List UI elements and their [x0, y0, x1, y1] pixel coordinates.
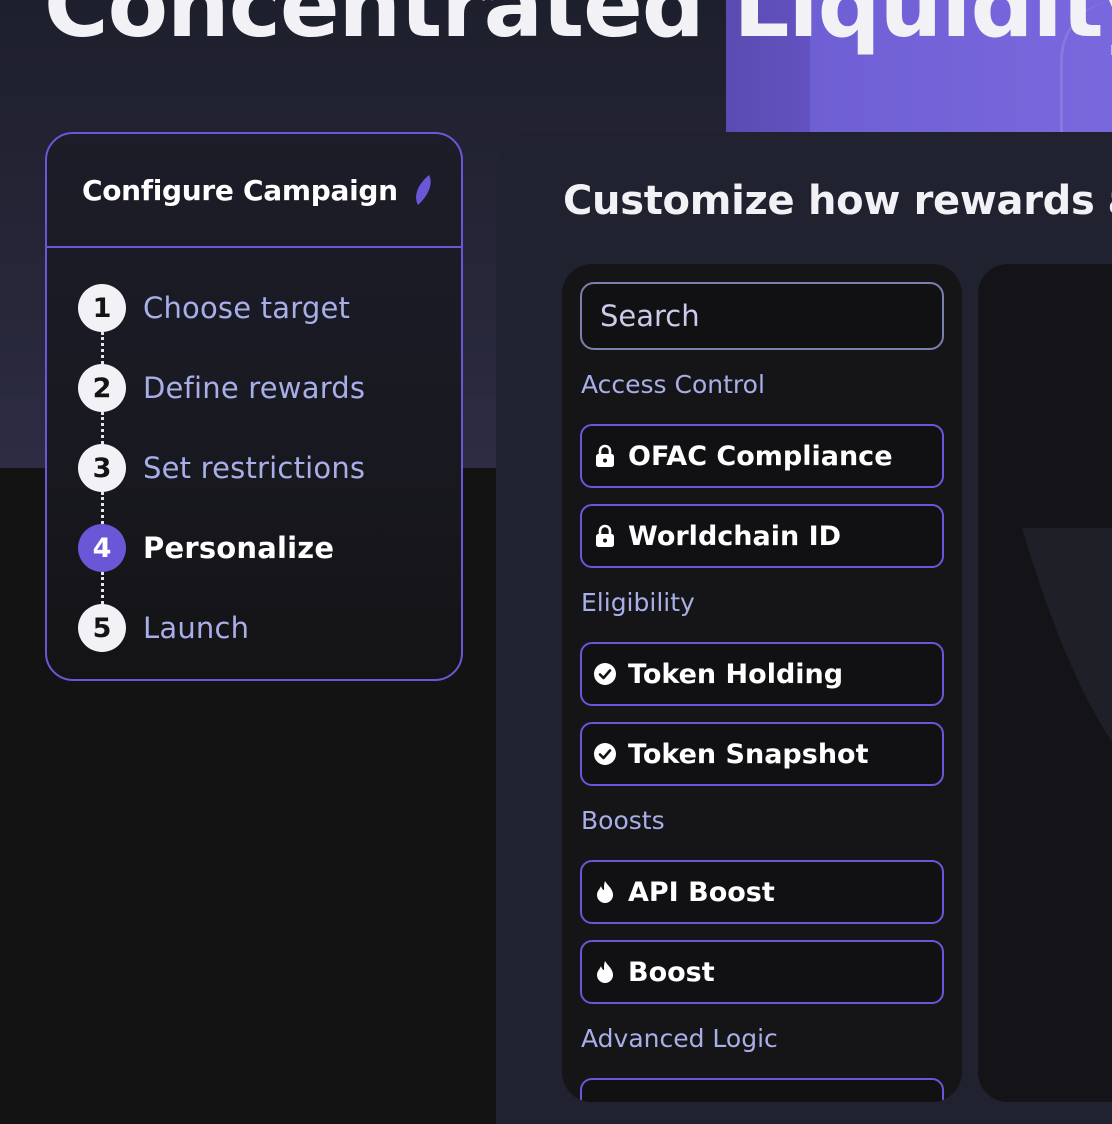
campaign-stepper: Configure Campaign 1 Choose target 2 Def… [45, 132, 463, 681]
stepper-title: Configure Campaign [82, 173, 398, 207]
step-number: 3 [78, 444, 126, 492]
step-number-active: 4 [78, 524, 126, 572]
step-launch[interactable]: 5 Launch [78, 604, 461, 679]
restriction-list: Access Control OFAC Compliance [562, 264, 962, 1102]
step-number: 1 [78, 284, 126, 332]
step-personalize[interactable]: 4 Personalize [78, 524, 461, 604]
step-choose-target[interactable]: 1 Choose target [78, 284, 461, 364]
stepper-header: Configure Campaign [47, 134, 461, 248]
section-label-boosts: Boosts [581, 806, 665, 835]
preview-graphic [1022, 528, 1112, 742]
step-number: 2 [78, 364, 126, 412]
step-number: 5 [78, 604, 126, 652]
restriction-item-label: API Boost [628, 876, 775, 908]
section-label-advanced-logic: Advanced Logic [581, 1024, 778, 1053]
step-set-restrictions[interactable]: 3 Set restrictions [78, 444, 461, 524]
panel-heading: Customize how rewards are [563, 178, 1112, 224]
step-connector [101, 412, 104, 444]
restriction-item-label: Token Holding [628, 658, 844, 690]
check-circle-icon [594, 662, 616, 686]
customize-panel: Customize how rewards are Access Control… [496, 132, 1112, 1124]
check-circle-icon [594, 742, 616, 766]
step-connector [101, 572, 104, 604]
search-input[interactable] [600, 299, 930, 333]
step-label: Launch [143, 611, 250, 645]
search-field[interactable] [580, 282, 944, 350]
restriction-item-ofac-compliance[interactable]: OFAC Compliance [580, 424, 944, 488]
restriction-item-label: Token Snapshot [628, 738, 869, 770]
restriction-item-worldchain-id[interactable]: Worldchain ID [580, 504, 944, 568]
restriction-item-label: OFAC Compliance [628, 440, 893, 472]
flame-icon [594, 880, 616, 904]
restriction-item-partial[interactable] [580, 1078, 944, 1102]
page-title: Concentrated Liquidity [44, 0, 1112, 57]
step-label: Define rewards [143, 371, 366, 405]
lock-icon [594, 444, 616, 468]
step-define-rewards[interactable]: 2 Define rewards [78, 364, 461, 444]
preview-panel [978, 264, 1112, 1102]
restriction-item-token-holding[interactable]: Token Holding [580, 642, 944, 706]
restriction-item-boost[interactable]: Boost [580, 940, 944, 1004]
section-label-eligibility: Eligibility [581, 588, 695, 617]
restriction-item-token-snapshot[interactable]: Token Snapshot [580, 722, 944, 786]
step-label: Set restrictions [143, 451, 366, 485]
step-connector [101, 332, 104, 364]
restriction-item-label: Boost [628, 956, 715, 988]
step-label-active: Personalize [143, 531, 335, 565]
step-label: Choose target [143, 291, 351, 325]
restriction-item-label: Worldchain ID [628, 520, 842, 552]
section-label-access-control: Access Control [581, 370, 765, 399]
flame-icon [594, 960, 616, 984]
stepper-steps: 1 Choose target 2 Define rewards 3 Set r… [47, 248, 461, 679]
page: Concentrated Liquidity Configure Campaig… [0, 0, 1112, 1124]
step-connector [101, 492, 104, 524]
lock-icon [594, 524, 616, 548]
restriction-item-api-boost[interactable]: API Boost [580, 860, 944, 924]
leaf-icon [415, 175, 431, 205]
